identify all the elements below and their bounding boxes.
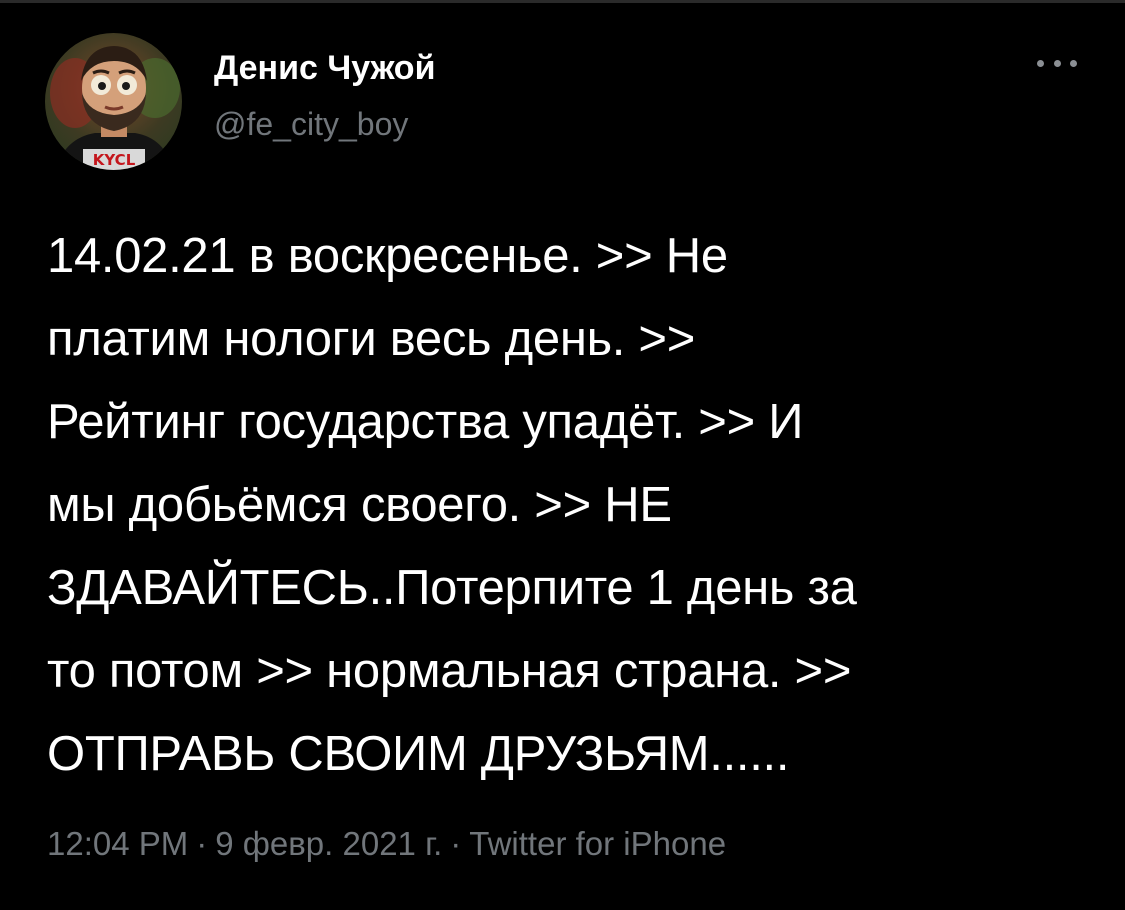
tweet-text-line: 14.02.21 в воскресенье. >> Не bbox=[47, 229, 728, 283]
author-handle[interactable]: @fe_city_boy bbox=[214, 106, 408, 143]
tweet-metadata: 12:04 PM · 9 февр. 2021 г. · Twitter for iPh… bbox=[47, 825, 726, 863]
top-divider bbox=[0, 0, 1125, 3]
tweet-text-line: платим нологи весь день. >> bbox=[47, 312, 696, 366]
more-horizontal-icon bbox=[1037, 59, 1044, 67]
tweet-text-line: ОТПРАВЬ СВОИМ ДРУЗЬЯМ...... bbox=[47, 727, 790, 781]
avatar-shirt-text: KYCL bbox=[93, 151, 136, 169]
tweet-text: 14.02.21 в воскресенье. >> Не платим нол… bbox=[47, 215, 1087, 796]
meta-separator: · bbox=[450, 825, 462, 862]
tweet-date[interactable]: 9 февр. 2021 г. bbox=[215, 825, 442, 862]
more-horizontal-icon-dot bbox=[1053, 59, 1061, 67]
tweet-header: KYCL Денис Чужой @fe_city_boy bbox=[45, 33, 1085, 173]
tweet-source[interactable]: Twitter for iPhone bbox=[469, 825, 726, 862]
tweet-text-line: ЗДАВАЙТЕСЬ..Потерпите 1 день за bbox=[47, 561, 857, 615]
avatar-illustration: KYCL bbox=[45, 33, 182, 170]
tweet-text-line: Рейтинг государства упадёт. >> И bbox=[47, 395, 804, 449]
more-options-button[interactable] bbox=[1037, 51, 1077, 75]
avatar[interactable]: KYCL bbox=[45, 33, 182, 170]
tweet-text-line: то потом >> нормальная страна. >> bbox=[47, 644, 852, 698]
tweet-text-line: мы добьёмся своего. >> НЕ bbox=[47, 478, 672, 532]
author-name[interactable]: Денис Чужой bbox=[214, 49, 435, 88]
tweet-time[interactable]: 12:04 PM bbox=[47, 825, 188, 862]
meta-separator: · bbox=[196, 825, 208, 862]
more-horizontal-icon-dot bbox=[1070, 59, 1077, 67]
